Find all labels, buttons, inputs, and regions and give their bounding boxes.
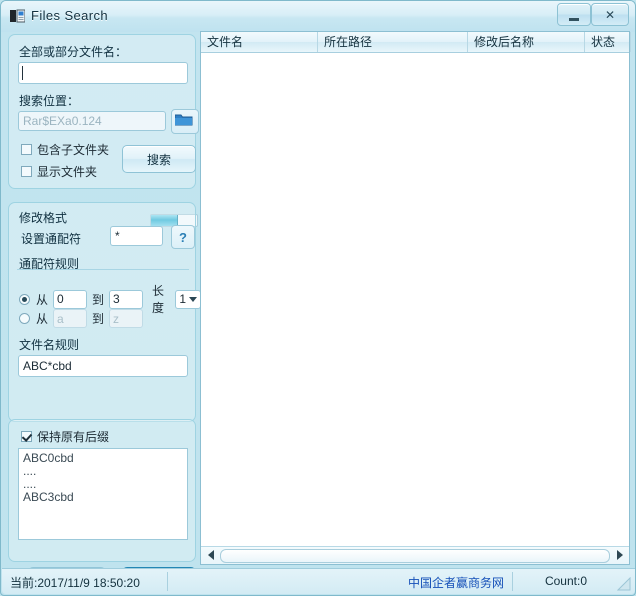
resize-grip[interactable] — [617, 577, 631, 591]
folder-icon — [175, 113, 193, 127]
numeric-to-input[interactable] — [109, 290, 143, 309]
close-button[interactable]: ✕ — [591, 3, 629, 26]
format-group-title: 修改格式 — [19, 209, 67, 226]
column-header-3[interactable]: 状态 — [585, 32, 631, 52]
keep-extension-label: 保持原有后缀 — [37, 428, 109, 445]
column-header-1[interactable]: 所在路径 — [318, 32, 468, 52]
alpha-rule-radio[interactable] — [19, 313, 30, 324]
numeric-from-input[interactable] — [53, 290, 87, 309]
window-title: Files Search — [31, 8, 108, 23]
list-header: 文件名所在路径修改后名称状态 — [201, 32, 629, 53]
alpha-from-input[interactable] — [53, 309, 87, 328]
show-folder-checkbox[interactable]: 显示文件夹 — [21, 163, 97, 180]
list-body[interactable] — [201, 53, 629, 541]
alpha-to-label: 到 — [92, 310, 104, 327]
horizontal-scrollbar[interactable] — [201, 546, 629, 564]
keep-extension-checkbox[interactable]: 保持原有后缀 — [21, 428, 109, 445]
column-header-0[interactable]: 文件名 — [201, 32, 318, 52]
numeric-from-label: 从 — [36, 291, 48, 308]
alpha-from-label: 从 — [36, 310, 48, 327]
format-group: 修改格式 设置通配符 ? 通配符规则 从 到 长度 1 从 — [8, 202, 196, 422]
search-group: 全部或部分文件名： 搜索位置： 包含子文件夹 显示文件夹 搜索 — [8, 34, 196, 189]
status-time: 当前:2017/11/9 18:50:20 — [10, 574, 140, 591]
location-input[interactable] — [18, 111, 166, 131]
scroll-right-button[interactable] — [611, 547, 628, 563]
namerule-input[interactable] — [18, 355, 188, 377]
filename-input[interactable] — [18, 62, 188, 84]
browse-folder-button[interactable] — [171, 109, 199, 134]
preview-group: 保持原有后缀 ABC0cbd........ABC3cbd — [8, 419, 196, 562]
status-bar: 当前:2017/11/9 18:50:20 中国企者赢商务网 Count:0 — [2, 568, 635, 594]
location-label: 搜索位置： — [19, 92, 79, 109]
preview-list[interactable]: ABC0cbd........ABC3cbd — [18, 448, 188, 540]
app-window: Files Search ✕ 全部或部分文件名： 搜索位置： 包 — [0, 0, 636, 596]
left-panel: 全部或部分文件名： 搜索位置： 包含子文件夹 显示文件夹 搜索 — [8, 34, 196, 562]
status-divider — [512, 572, 513, 591]
results-list-view: 文件名所在路径修改后名称状态 — [200, 31, 630, 565]
title-bar: Files Search ✕ — [1, 1, 635, 32]
search-button[interactable]: 搜索 — [122, 145, 196, 173]
alpha-to-input[interactable] — [109, 309, 143, 328]
column-header-2[interactable]: 修改后名称 — [468, 32, 585, 52]
brand-link[interactable]: 中国企者赢商务网 — [408, 574, 504, 591]
wildcard-input[interactable] — [110, 226, 163, 246]
filename-label: 全部或部分文件名： — [19, 43, 127, 60]
show-folder-label: 显示文件夹 — [37, 163, 97, 180]
preview-list-item[interactable]: ABC0cbd — [23, 452, 183, 465]
help-button[interactable]: ? — [171, 225, 195, 249]
status-count: Count:0 — [545, 574, 587, 588]
numeric-rule-radio[interactable] — [19, 294, 30, 305]
chevron-down-icon — [189, 297, 197, 302]
preview-list-item[interactable]: ABC3cbd — [23, 491, 183, 504]
length-label: 长度 — [152, 282, 170, 316]
alpha-rule-row[interactable]: 从 到 — [19, 309, 146, 328]
numeric-to-label: 到 — [92, 291, 104, 308]
checkbox-box — [21, 144, 32, 155]
scrollbar-thumb[interactable] — [220, 549, 610, 563]
app-window-icon — [10, 9, 25, 23]
scroll-right-icon — [617, 550, 623, 560]
wildcard-rules-title: 通配符规则 — [19, 255, 83, 272]
checkbox-box — [21, 431, 32, 442]
include-subfolder-label: 包含子文件夹 — [37, 141, 109, 158]
namerule-label: 文件名规则 — [19, 336, 79, 353]
scroll-left-button[interactable] — [202, 547, 219, 563]
minimize-button[interactable] — [557, 3, 591, 26]
checkbox-box — [21, 166, 32, 177]
scroll-left-icon — [208, 550, 214, 560]
status-divider — [167, 572, 168, 591]
length-value: 1 — [179, 292, 186, 306]
wildcard-label: 设置通配符 — [21, 230, 81, 247]
length-select[interactable]: 1 — [175, 290, 201, 309]
include-subfolder-checkbox[interactable]: 包含子文件夹 — [21, 141, 109, 158]
preview-list-item[interactable]: .... — [23, 465, 183, 478]
close-icon: ✕ — [592, 4, 628, 25]
text-caret — [22, 66, 23, 80]
minimize-icon — [558, 4, 590, 25]
